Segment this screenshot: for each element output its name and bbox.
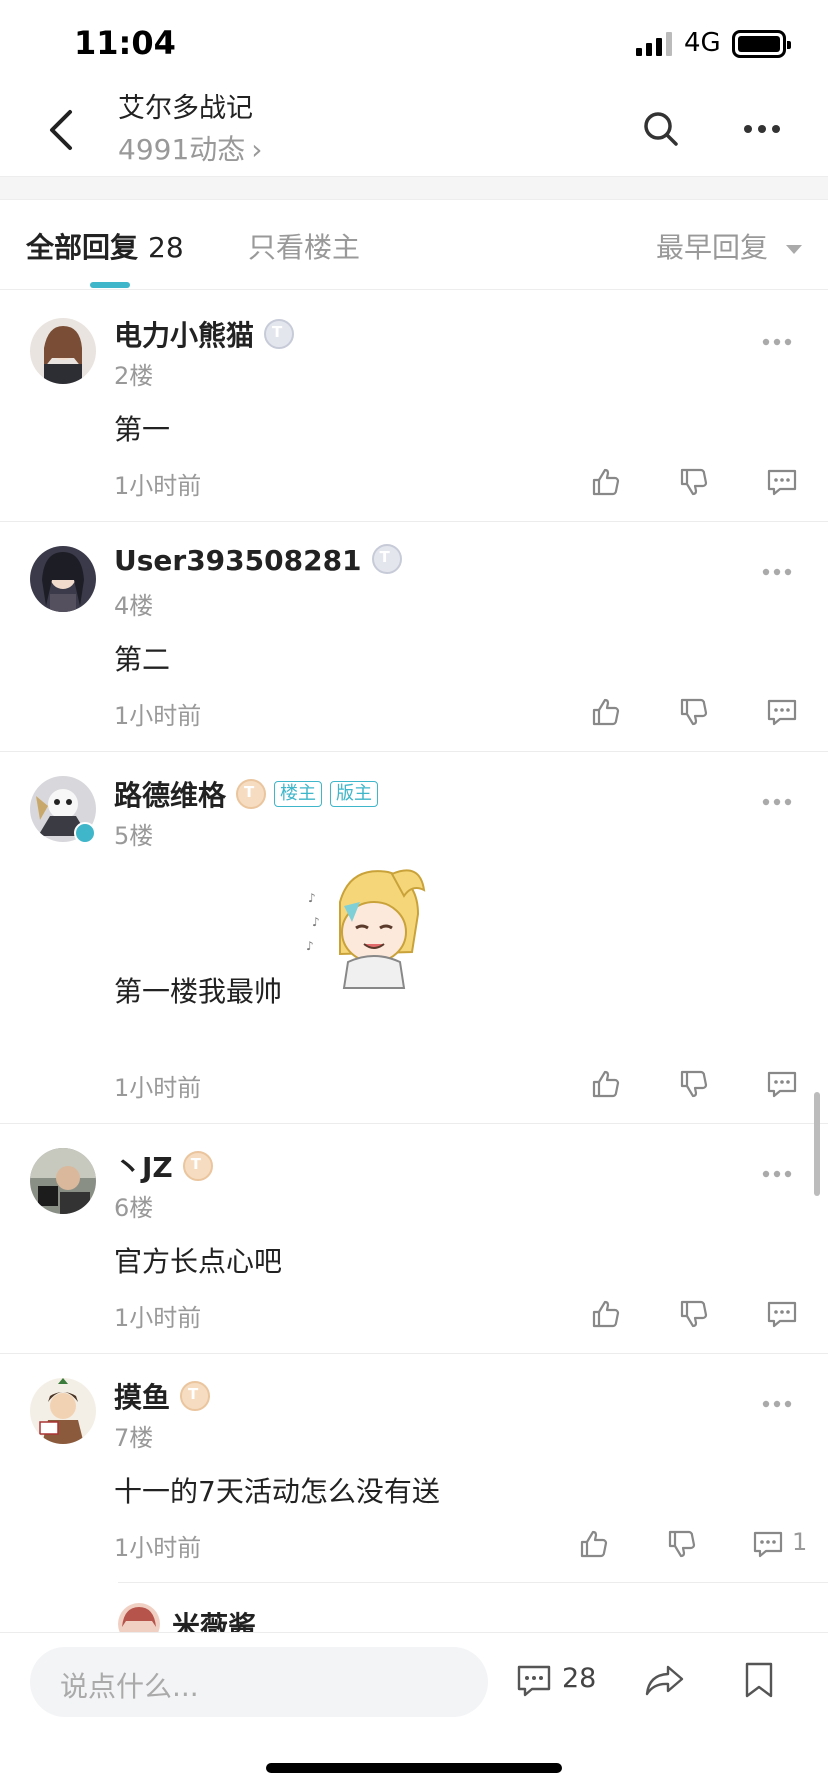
level-icon: T [182,1151,213,1181]
username[interactable]: User393508281 T [114,544,402,577]
comment-more-icon[interactable] [762,798,792,806]
tab-indicator [90,282,130,288]
reply-icon[interactable] [766,1068,798,1100]
comment-text: 第二 [114,643,171,676]
comment-item: User393508281 T 4楼 第二 1小时前 [0,522,828,752]
scrollbar[interactable] [814,1092,820,1196]
comment-more-icon[interactable] [762,568,792,576]
svg-text:♪: ♪ [306,939,314,953]
chevron-right-icon: › [251,133,263,166]
dislike-icon[interactable] [678,1298,710,1330]
svg-text:♪: ♪ [308,891,316,905]
owner-badge: 楼主 [274,781,323,807]
sort-dropdown[interactable]: 最早回复 [656,226,802,266]
comment-item: 电力小熊猫 T 2楼 第一 1小时前 [0,290,828,522]
share-icon[interactable] [644,1663,684,1697]
like-icon[interactable] [590,1068,622,1100]
comment-item: 丶JZ T 6楼 官方长点心吧 1小时前 [0,1124,828,1354]
sort-label: 最早回复 [655,231,768,264]
more-icon[interactable] [742,122,782,136]
reply-count: 1 [792,1528,808,1556]
status-time: 11:04 [74,24,176,62]
svg-text:♪: ♪ [312,915,320,929]
avatar [118,1603,160,1632]
username[interactable]: 路德维格 T 楼主 版主 [114,774,379,814]
verified-icon [74,822,96,844]
activity-count: 4991动态 [118,133,246,166]
floor-number: 2楼 [114,362,154,390]
reply-icon[interactable] [766,466,798,498]
reply-icon[interactable] [766,696,798,728]
header: 艾尔多战记 4991动态 › [0,86,828,176]
page-title: 艾尔多战记 [118,93,253,124]
dislike-icon[interactable] [678,1068,710,1100]
reply-icon[interactable] [752,1528,784,1560]
bookmark-icon[interactable] [744,1661,774,1699]
level-icon: T [264,319,295,349]
reply-icon[interactable] [766,1298,798,1330]
tab-all-label: 全部回复 [26,231,139,264]
dislike-icon[interactable] [678,466,710,498]
comment-input[interactable]: 说点什么... [30,1647,488,1717]
username[interactable]: 摸鱼 T [114,1376,211,1416]
dislike-icon[interactable] [666,1528,698,1560]
level-icon: T [180,1381,211,1411]
tab-all-count: 28 [148,231,184,264]
comment-time: 1小时前 [114,1304,202,1332]
reply-tabs: 全部回复 28 只看楼主 最早回复 [0,200,828,290]
comment-more-icon[interactable] [762,1170,792,1178]
level-icon: T [236,779,267,809]
floor-number: 6楼 [114,1194,154,1222]
search-icon[interactable] [642,110,680,148]
comment-icon[interactable] [516,1663,552,1699]
like-icon[interactable] [590,1298,622,1330]
like-icon[interactable] [590,696,622,728]
comment-time: 1小时前 [114,702,202,730]
sub-reply-username: 米薇酱 [172,1610,257,1632]
floor-number: 4楼 [114,592,154,620]
avatar[interactable] [30,318,96,384]
tab-owner-only[interactable]: 只看楼主 [248,226,360,266]
tab-all-replies[interactable]: 全部回复 28 [26,226,184,266]
caret-down-icon [786,244,802,254]
activity-link[interactable]: 4991动态 › [118,128,262,168]
status-bar: 11:04 4G [0,0,828,86]
like-icon[interactable] [578,1528,610,1560]
comment-input-placeholder: 说点什么... [60,1670,199,1703]
comment-time: 1小时前 [114,1534,202,1562]
floor-number: 7楼 [114,1424,154,1452]
back-icon[interactable] [46,108,78,152]
sub-reply-item[interactable]: 米薇酱 [118,1582,828,1632]
floor-number: 5楼 [114,822,154,850]
bottom-bar: 说点什么... 28 [0,1632,828,1792]
avatar[interactable] [30,546,96,612]
signal-icon [636,32,672,56]
comment-more-icon[interactable] [762,1400,792,1408]
moderator-badge: 版主 [330,781,379,807]
avatar[interactable] [30,1148,96,1214]
network-label: 4G [684,28,721,58]
comment-text: 官方长点心吧 [114,1245,283,1278]
avatar[interactable] [30,1378,96,1444]
section-divider [0,176,828,200]
home-indicator [266,1763,562,1773]
level-icon: T [371,544,402,574]
sticker-image: ♪ ♪ ♪ [306,869,426,989]
battery-icon [732,30,791,58]
username[interactable]: 电力小熊猫 T [114,314,295,354]
username[interactable]: 丶JZ T [114,1146,213,1186]
comment-time: 1小时前 [114,1074,202,1102]
comment-more-icon[interactable] [762,338,792,346]
comment-count: 28 [562,1663,597,1694]
comment-text: 十一的7天活动怎么没有送 [114,1475,440,1508]
comment-text: 第一楼我最帅 [114,975,283,1008]
comment-text: 第一 [114,413,171,446]
like-icon[interactable] [590,466,622,498]
dislike-icon[interactable] [678,696,710,728]
comment-time: 1小时前 [114,472,202,500]
